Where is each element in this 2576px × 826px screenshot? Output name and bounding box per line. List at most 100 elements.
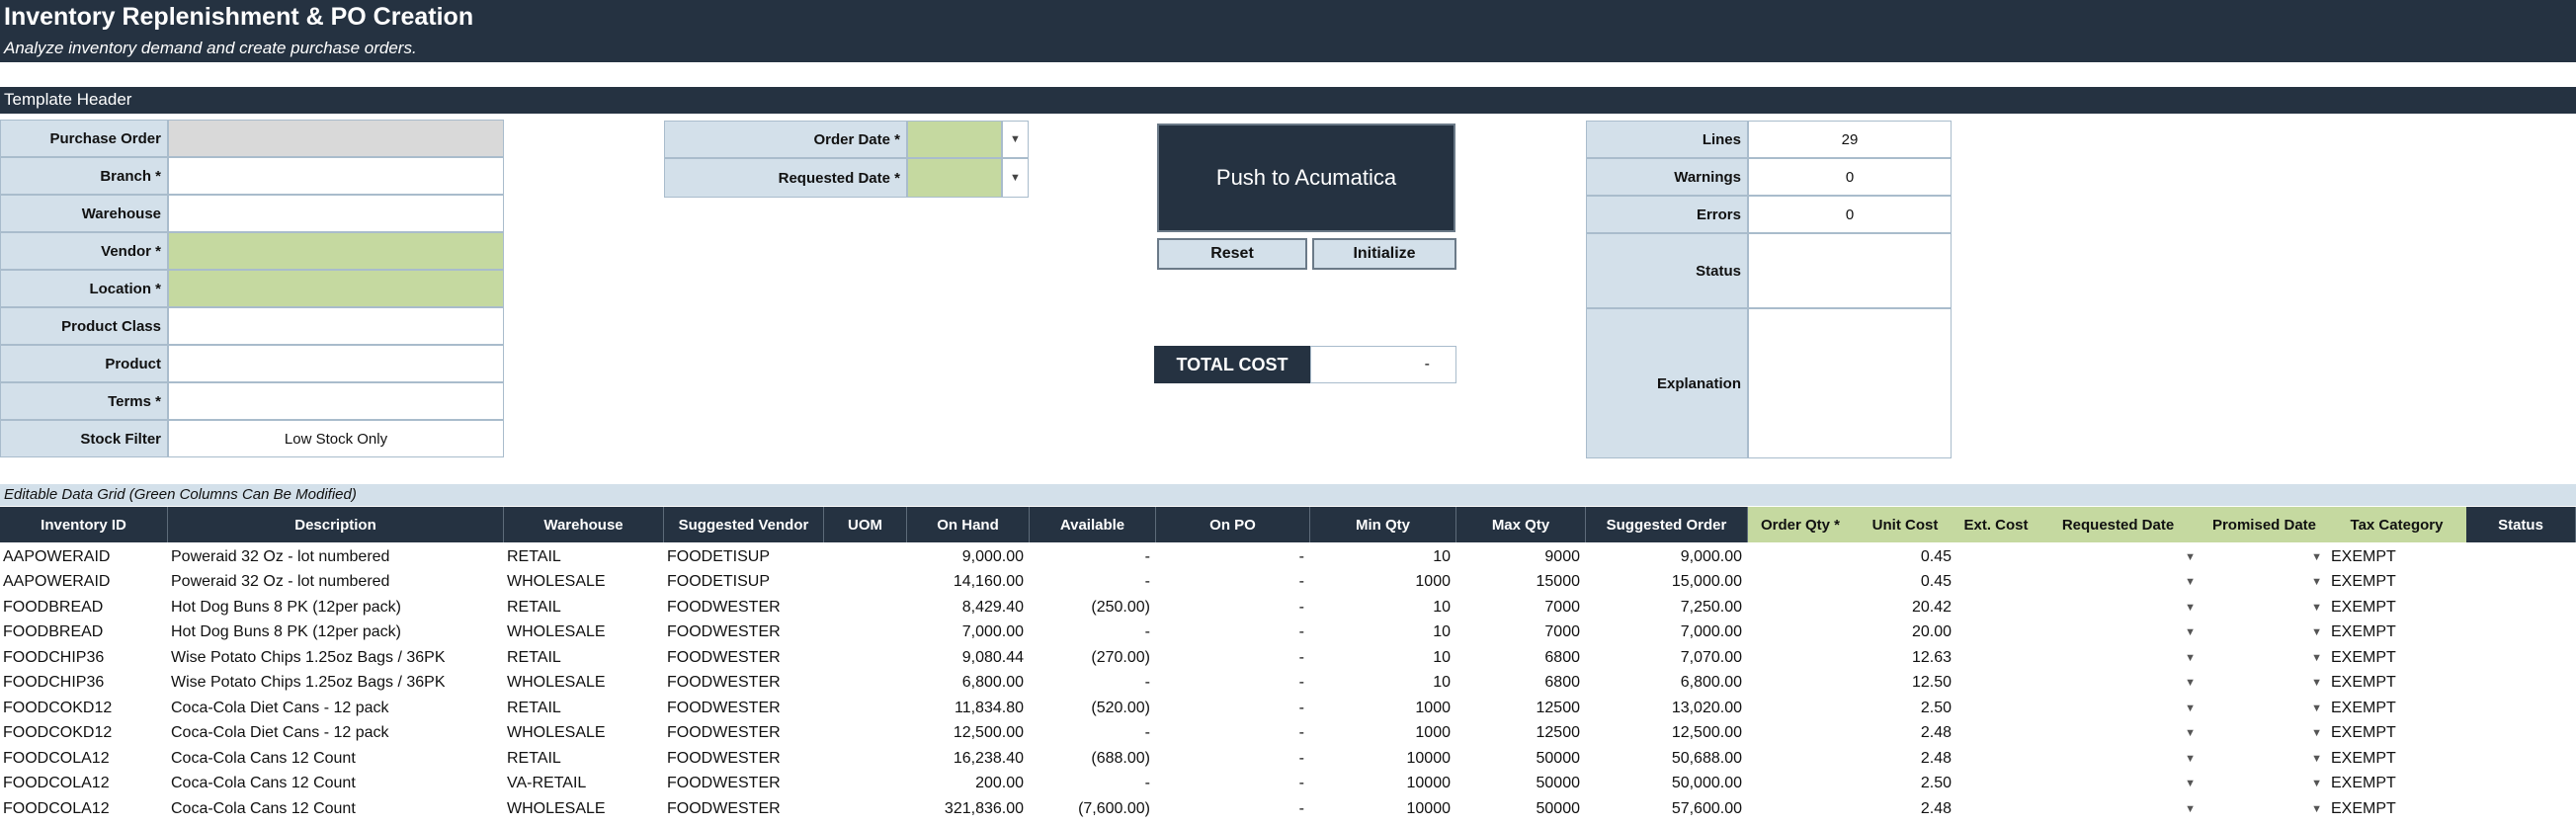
cell-max-qty: 6800	[1544, 674, 1580, 692]
column-header-promised-date[interactable]: Promised Date	[2202, 507, 2328, 542]
column-header-available[interactable]: Available	[1030, 507, 1156, 542]
column-header-description[interactable]: Description	[168, 507, 504, 542]
cell-description: Hot Dog Buns 8 PK (12per pack)	[171, 598, 402, 616]
order-date-field[interactable]	[907, 121, 1002, 158]
cell-requested-date[interactable]: ▼	[2036, 721, 2202, 747]
cell-max-qty: 9000	[1544, 547, 1580, 565]
column-header-uom[interactable]: UOM	[824, 507, 907, 542]
column-header-order-qty[interactable]: Order Qty *	[1748, 507, 1854, 542]
cell-promised-date[interactable]: ▼	[2202, 671, 2328, 697]
reset-button[interactable]: Reset	[1157, 238, 1307, 270]
terms-field[interactable]	[168, 382, 504, 420]
cell-requested-date[interactable]: ▼	[2036, 746, 2202, 772]
cell-order-qty[interactable]	[1748, 671, 1854, 697]
cell-unit-cost: 2.48	[1920, 799, 1952, 817]
push-to-acumatica-button[interactable]: Push to Acumatica	[1157, 124, 1455, 232]
cell-order-qty[interactable]	[1748, 645, 1854, 671]
cell-inventory-id: FOODCHIP36	[3, 648, 105, 666]
cell-promised-date[interactable]: ▼	[2202, 772, 2328, 797]
cell-tax-category: EXEMPT	[2331, 674, 2396, 692]
branch-field[interactable]	[168, 157, 504, 195]
total-cost-label: TOTAL COST	[1154, 346, 1310, 383]
cell-promised-date[interactable]: ▼	[2202, 544, 2328, 570]
cell-on-po: -	[1298, 674, 1304, 692]
order-date-dropdown[interactable]: ▼	[1002, 121, 1029, 158]
stock-filter-field[interactable]: Low Stock Only	[168, 420, 504, 457]
cell-promised-date[interactable]: ▼	[2202, 620, 2328, 646]
cell-order-qty[interactable]	[1748, 696, 1854, 721]
chevron-down-icon: ▼	[2185, 601, 2196, 614]
cell-requested-date[interactable]: ▼	[2036, 671, 2202, 697]
cell-on-po: -	[1298, 623, 1304, 641]
cell-description: Coca-Cola Cans 12 Count	[171, 749, 356, 767]
column-header-ext-cost[interactable]: Ext. Cost	[1957, 507, 2036, 542]
cell-order-qty[interactable]	[1748, 721, 1854, 747]
chevron-down-icon: ▼	[2185, 802, 2196, 815]
cell-order-qty[interactable]	[1748, 796, 1854, 822]
column-header-min-qty[interactable]: Min Qty	[1310, 507, 1456, 542]
cell-promised-date[interactable]: ▼	[2202, 721, 2328, 747]
cell-requested-date[interactable]: ▼	[2036, 595, 2202, 620]
cell-promised-date[interactable]: ▼	[2202, 696, 2328, 721]
purchase-order-field	[168, 120, 504, 157]
column-header-suggested-order[interactable]: Suggested Order	[1586, 507, 1748, 542]
cell-requested-date[interactable]: ▼	[2036, 544, 2202, 570]
chevron-down-icon: ▼	[2311, 802, 2322, 815]
column-header-suggested-vendor[interactable]: Suggested Vendor	[664, 507, 824, 542]
requested-date-field[interactable]	[907, 158, 1002, 198]
cell-warehouse: WHOLESALE	[507, 573, 606, 591]
cell-warehouse: RETAIL	[507, 547, 561, 565]
cell-on-po: -	[1298, 598, 1304, 616]
cell-promised-date[interactable]: ▼	[2202, 645, 2328, 671]
cell-requested-date[interactable]: ▼	[2036, 796, 2202, 822]
cell-suggested-vendor: FOODWESTER	[667, 724, 781, 742]
product-class-field[interactable]	[168, 307, 504, 345]
cell-requested-date[interactable]: ▼	[2036, 772, 2202, 797]
cell-promised-date[interactable]: ▼	[2202, 746, 2328, 772]
cell-requested-date[interactable]: ▼	[2036, 645, 2202, 671]
cell-order-qty[interactable]	[1748, 595, 1854, 620]
cell-promised-date[interactable]: ▼	[2202, 595, 2328, 620]
vendor-field[interactable]	[168, 232, 504, 270]
cell-order-qty[interactable]	[1748, 746, 1854, 772]
cell-on-hand: 8,429.40	[961, 598, 1024, 616]
column-header-on-po[interactable]: On PO	[1156, 507, 1310, 542]
cell-warehouse: RETAIL	[507, 598, 561, 616]
order-date-label: Order Date *	[664, 121, 907, 158]
cell-requested-date[interactable]: ▼	[2036, 696, 2202, 721]
chevron-down-icon: ▼	[2185, 626, 2196, 639]
product-field[interactable]	[168, 345, 504, 382]
cell-requested-date[interactable]: ▼	[2036, 620, 2202, 646]
requested-date-dropdown[interactable]: ▼	[1002, 158, 1029, 198]
cell-promised-date[interactable]: ▼	[2202, 570, 2328, 596]
chevron-down-icon: ▼	[1010, 133, 1021, 145]
cell-order-qty[interactable]	[1748, 544, 1854, 570]
column-header-inventory-id[interactable]: Inventory ID	[0, 507, 168, 542]
cell-on-hand: 6,800.00	[961, 674, 1024, 692]
initialize-button[interactable]: Initialize	[1312, 238, 1456, 270]
cell-available: (270.00)	[1091, 648, 1150, 666]
cell-max-qty: 50000	[1536, 799, 1581, 817]
column-header-requested-date[interactable]: Requested Date	[2036, 507, 2202, 542]
cell-order-qty[interactable]	[1748, 570, 1854, 596]
table-row: FOODCHIP36 Wise Potato Chips 1.25oz Bags …	[0, 671, 2576, 697]
cell-order-qty[interactable]	[1748, 620, 1854, 646]
column-header-warehouse[interactable]: Warehouse	[504, 507, 664, 542]
table-row: FOODCOLA12 Coca-Cola Cans 12 Count RETAIL F…	[0, 746, 2576, 772]
column-header-unit-cost[interactable]: Unit Cost	[1854, 507, 1957, 542]
vendor-label: Vendor *	[0, 232, 168, 270]
cell-tax-category: EXEMPT	[2331, 775, 2396, 792]
cell-promised-date[interactable]: ▼	[2202, 796, 2328, 822]
cell-suggested-vendor: FOODWESTER	[667, 699, 781, 716]
warehouse-field[interactable]	[168, 195, 504, 232]
cell-available: -	[1144, 674, 1150, 692]
column-header-tax-category[interactable]: Tax Category	[2328, 507, 2466, 542]
column-header-status[interactable]: Status	[2466, 507, 2576, 542]
table-row: FOODCOKD12 Coca-Cola Diet Cans - 12 pack W…	[0, 721, 2576, 747]
cell-requested-date[interactable]: ▼	[2036, 570, 2202, 596]
cell-order-qty[interactable]	[1748, 772, 1854, 797]
location-field[interactable]	[168, 270, 504, 307]
column-header-max-qty[interactable]: Max Qty	[1456, 507, 1586, 542]
column-header-on-hand[interactable]: On Hand	[907, 507, 1030, 542]
cell-description: Wise Potato Chips 1.25oz Bags / 36PK	[171, 648, 446, 666]
